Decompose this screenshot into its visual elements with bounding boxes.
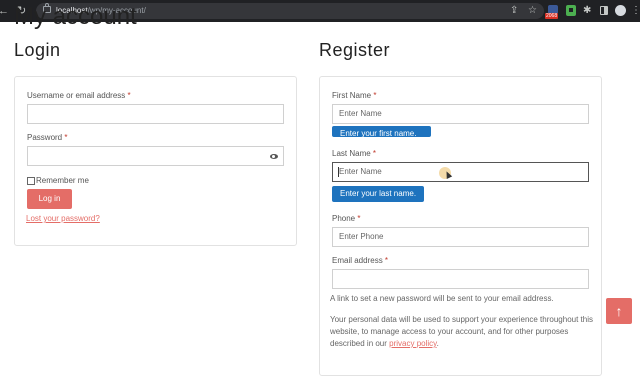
extension-save-icon[interactable] bbox=[566, 5, 576, 16]
privacy-policy-link[interactable]: privacy policy bbox=[389, 339, 436, 348]
remember-me-checkbox[interactable] bbox=[27, 177, 35, 185]
required-marker: * bbox=[384, 256, 389, 265]
back-icon[interactable]: ← bbox=[0, 4, 9, 18]
phone-label: Phone * bbox=[332, 214, 361, 224]
phone-label-text: Phone bbox=[332, 214, 356, 223]
login-heading: Login bbox=[14, 40, 61, 60]
first-name-label-text: First Name bbox=[332, 91, 372, 100]
phone-input[interactable]: Enter Phone bbox=[332, 227, 589, 247]
required-marker: * bbox=[372, 149, 377, 158]
last-name-label-text: Last Name bbox=[332, 149, 371, 158]
extension-badge: 2068 bbox=[545, 13, 559, 19]
required-marker: * bbox=[357, 214, 361, 223]
privacy-end: . bbox=[436, 339, 439, 348]
puzzle-icon[interactable]: ✱ bbox=[583, 4, 591, 18]
share-icon[interactable]: ⇪ bbox=[510, 4, 518, 18]
text-caret bbox=[338, 167, 339, 177]
remember-me-label: Remember me bbox=[36, 176, 89, 185]
login-button[interactable]: Log in bbox=[27, 189, 72, 209]
side-panel-icon[interactable] bbox=[600, 6, 608, 15]
username-input[interactable] bbox=[27, 104, 284, 124]
star-icon[interactable]: ☆ bbox=[528, 4, 537, 18]
password-label: Password * bbox=[27, 133, 67, 143]
profile-avatar[interactable] bbox=[615, 5, 626, 16]
email-label: Email address * bbox=[332, 256, 388, 266]
username-label: Username or email address * bbox=[27, 91, 131, 101]
first-name-input[interactable]: Enter Name bbox=[332, 104, 589, 124]
password-note: A link to set a new password will be sen… bbox=[330, 294, 554, 303]
menu-icon[interactable]: ⋮ bbox=[631, 4, 640, 18]
email-input[interactable] bbox=[332, 269, 589, 289]
required-marker: * bbox=[127, 91, 131, 100]
page-title: My account bbox=[14, 3, 137, 30]
password-label-text: Password bbox=[27, 133, 63, 142]
email-label-text: Email address bbox=[332, 256, 383, 265]
arrow-up-icon: ↑ bbox=[615, 303, 623, 319]
last-name-tooltip: Enter your last name. bbox=[332, 186, 425, 202]
first-name-label: First Name * bbox=[332, 91, 376, 101]
lost-password-link[interactable]: Lost your password? bbox=[26, 214, 100, 224]
password-input[interactable] bbox=[27, 146, 284, 166]
required-marker: * bbox=[64, 133, 68, 142]
last-name-input[interactable]: Enter Name bbox=[332, 162, 589, 182]
first-name-tooltip: Enter your first name. bbox=[332, 126, 431, 137]
scroll-to-top-button[interactable]: ↑ bbox=[606, 298, 632, 324]
privacy-notice: Your personal data will be used to suppo… bbox=[330, 314, 600, 350]
username-label-text: Username or email address bbox=[27, 91, 126, 100]
last-name-label: Last Name * bbox=[332, 149, 376, 159]
register-heading: Register bbox=[319, 40, 391, 60]
privacy-text: Your personal data will be used to suppo… bbox=[330, 315, 593, 348]
required-marker: * bbox=[373, 91, 377, 100]
show-password-icon[interactable] bbox=[270, 154, 278, 159]
